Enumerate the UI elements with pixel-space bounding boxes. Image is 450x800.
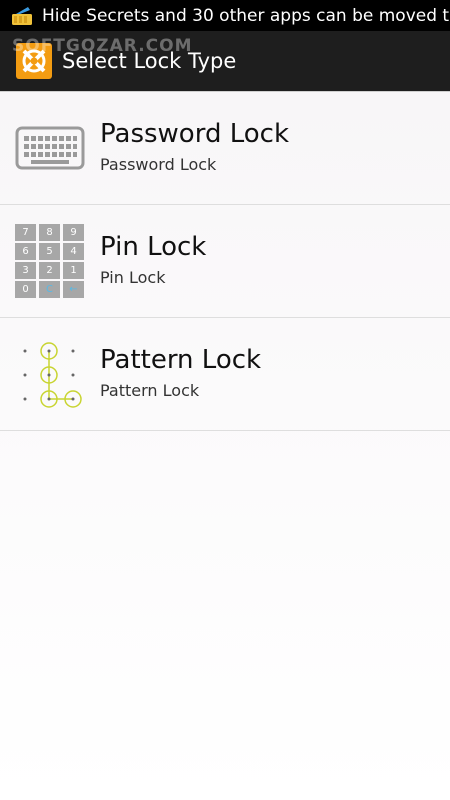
keypad: 7 8 9 6 5 4 3 2 1 0 C ← [15, 224, 85, 300]
cleaner-icon [10, 6, 34, 26]
lock-item-text: Pattern Lock Pattern Lock [100, 344, 440, 401]
lock-item-text: Pin Lock Pin Lock [100, 231, 440, 288]
key-0: 0 [15, 281, 36, 298]
keypad-icon: 7 8 9 6 5 4 3 2 1 0 C ← [15, 205, 85, 317]
lock-item-title: Pattern Lock [100, 345, 262, 375]
notification-text: Hide Secrets and 30 other apps can be mo… [42, 5, 450, 26]
key-9: 9 [63, 224, 84, 241]
lock-item-text: Password Lock Password Lock [100, 118, 440, 175]
pattern-icon [15, 318, 85, 430]
page-title: Select Lock Type [62, 49, 237, 73]
key-6: 6 [15, 243, 36, 260]
key-8: 8 [39, 224, 60, 241]
keyboard-icon [15, 92, 85, 204]
action-bar: Select Lock Type [0, 31, 450, 92]
lock-item-subtitle: Pin Lock [100, 268, 166, 287]
lock-item-subtitle: Password Lock [100, 155, 217, 174]
lock-item-password[interactable]: Password Lock Password Lock [0, 92, 450, 205]
lock-item-title: Pin Lock [100, 232, 207, 262]
lock-item-pin[interactable]: 7 8 9 6 5 4 3 2 1 0 C ← Pin Lock Pin Loc… [0, 205, 450, 318]
key-3: 3 [15, 262, 36, 279]
key-5: 5 [39, 243, 60, 260]
status-bar: Hide Secrets and 30 other apps can be mo… [0, 0, 450, 31]
lock-item-title: Password Lock [100, 119, 289, 149]
lock-item-subtitle: Pattern Lock [100, 381, 200, 400]
lock-type-list: Password Lock Password Lock 7 8 9 6 5 4 … [0, 92, 450, 431]
key-1: 1 [63, 262, 84, 279]
key-2: 2 [39, 262, 60, 279]
app-logo-icon[interactable] [16, 43, 52, 79]
screen: Hide Secrets and 30 other apps can be mo… [0, 0, 450, 800]
key-clear: C [39, 281, 60, 298]
key-7: 7 [15, 224, 36, 241]
key-4: 4 [63, 243, 84, 260]
key-backspace: ← [63, 281, 84, 298]
lock-item-pattern[interactable]: Pattern Lock Pattern Lock [0, 318, 450, 431]
